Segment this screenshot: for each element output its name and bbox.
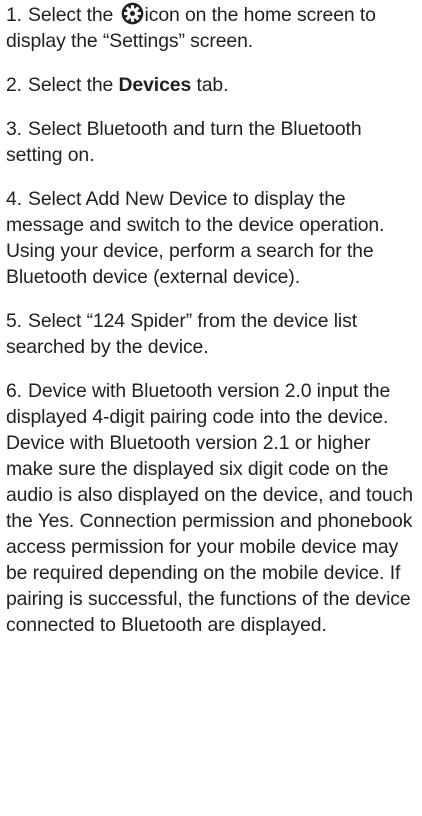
step-number: 6. (6, 380, 22, 402)
step-text: Select Bluetooth and turn the Bluetooth … (6, 118, 362, 166)
step-text: Select the (27, 4, 114, 26)
step-number: 4. (6, 188, 22, 210)
step-text: Device with Bluetooth version 2.0 input … (6, 380, 413, 636)
step-text: Select the (27, 74, 114, 96)
step-number: 2. (6, 74, 22, 96)
step-text: tab. (196, 74, 229, 96)
step-number: 1. (6, 4, 22, 26)
step-1: 1. Select the icon on the home screen to … (6, 2, 416, 54)
step-text: Select “124 Spider” from the device list… (6, 310, 358, 358)
step-4: 4. Select Add New Device to display the m… (6, 186, 416, 290)
settings-gear-icon (121, 2, 144, 25)
step-5: 5. Select “124 Spider” from the device li… (6, 308, 416, 360)
step-6: 6. Device with Bluetooth version 2.0 inpu… (6, 378, 416, 638)
devices-tab-label: Devices (118, 74, 192, 96)
instructions-document: 1. Select the icon on the home screen to … (0, 0, 422, 638)
step-text: Select Add New Device to display the mes… (6, 188, 385, 288)
step-number: 3. (6, 118, 22, 140)
step-number: 5. (6, 310, 22, 332)
step-2: 2. Select the Devices tab. (6, 72, 416, 98)
step-3: 3. Select Bluetooth and turn the Bluetoot… (6, 116, 416, 168)
